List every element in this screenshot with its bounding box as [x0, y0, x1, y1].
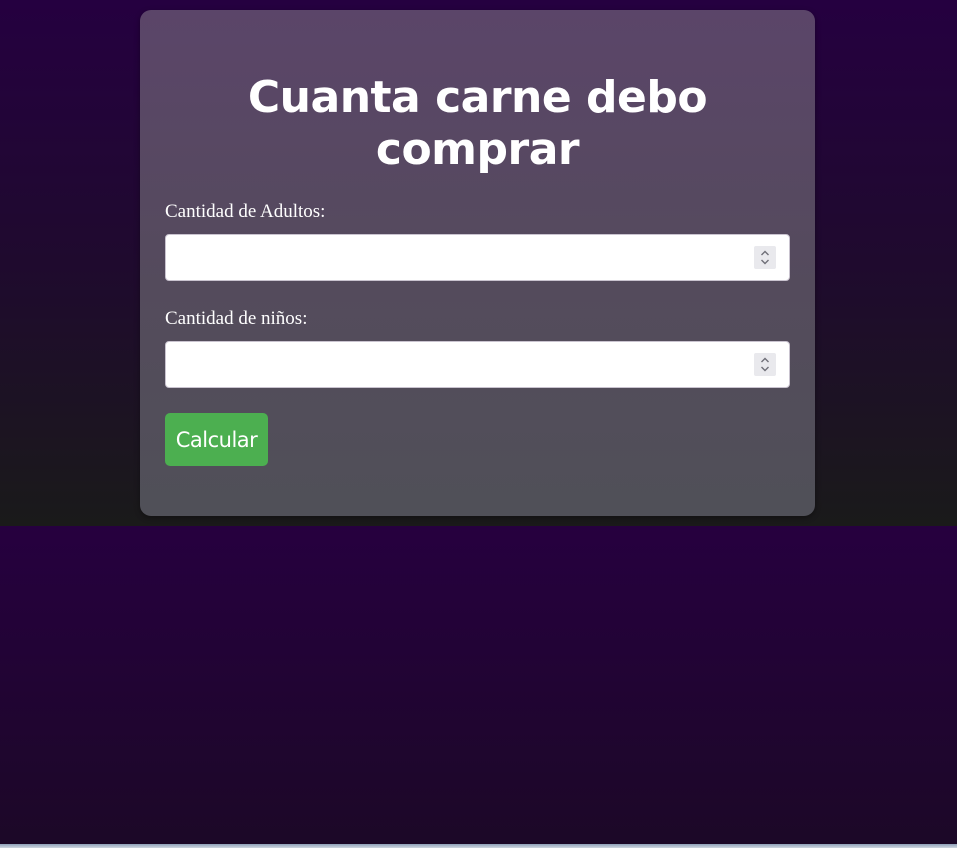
- calculate-button[interactable]: Calcular: [165, 413, 268, 466]
- adults-field[interactable]: [165, 234, 790, 281]
- window-bottom-edge: [0, 844, 957, 848]
- page-title: Cuanta carne debo comprar: [140, 72, 815, 176]
- page-title-text: Cuanta carne debo comprar: [247, 72, 708, 175]
- page-background-bottom: [0, 526, 957, 848]
- adults-label: Cantidad de Adultos:: [165, 201, 326, 222]
- calculator-card: Cuanta carne debo comprar Cantidad de Ad…: [140, 10, 815, 516]
- kids-spinner[interactable]: [754, 353, 776, 376]
- kids-field[interactable]: [165, 341, 790, 388]
- kids-label: Cantidad de niños:: [165, 308, 308, 329]
- chevron-up-down-icon: [761, 250, 769, 265]
- chevron-up-down-icon: [761, 357, 769, 372]
- adults-input[interactable]: [166, 235, 736, 280]
- adults-spinner[interactable]: [754, 246, 776, 269]
- kids-input[interactable]: [166, 342, 736, 387]
